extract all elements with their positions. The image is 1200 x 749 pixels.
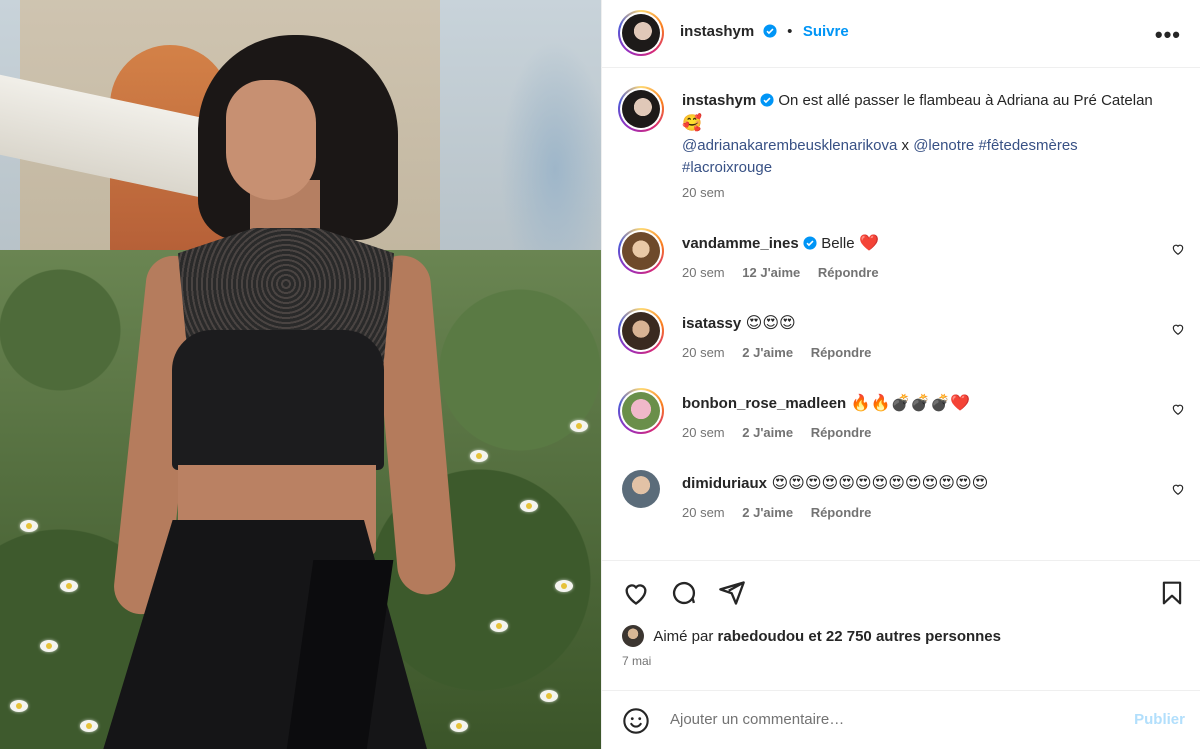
save-bookmark-icon[interactable] [1159, 579, 1185, 607]
emoji-picker-icon[interactable] [622, 707, 650, 735]
comment-line: isatassy 😍😍😍 [682, 313, 796, 333]
caption-emoji: 🥰 [682, 113, 702, 132]
comment-username[interactable]: dimiduriaux [682, 475, 767, 492]
comment-avatar[interactable] [618, 228, 664, 274]
comment-line: vandamme_ines Belle ❤️ [682, 233, 879, 255]
like-heart-icon[interactable] [622, 579, 650, 607]
verified-badge-icon [763, 24, 777, 38]
caption-separator: x [901, 137, 910, 154]
like-comment-heart-icon[interactable] [1171, 322, 1185, 336]
comment-avatar[interactable] [618, 308, 664, 354]
comment-composer: Ajouter un commentaire… Publier [602, 690, 1200, 749]
post-header: instashym • Suivre ••• [602, 0, 1200, 68]
reply-button[interactable]: Répondre [811, 505, 872, 520]
post-action-bar [602, 560, 1200, 630]
mention-lenotre[interactable]: @lenotre [913, 137, 974, 154]
comment-username[interactable]: isatassy [682, 315, 741, 332]
comment-line: bonbon_rose_madleen 🔥🔥💣💣💣❤️ [682, 393, 970, 413]
comment-emoji: ❤️ [859, 233, 879, 252]
caption-body: instashym On est allé passer le flambeau… [682, 90, 1162, 200]
comment-likes[interactable]: 2 J'aime [742, 425, 793, 440]
comment-meta: 20 sem 2 J'aime Répondre [682, 425, 885, 440]
hashtag-lacroixrouge[interactable]: #lacroixrouge [682, 159, 772, 176]
liker-username[interactable]: rabedoudou [718, 628, 805, 645]
more-options-icon[interactable]: ••• [1155, 22, 1181, 48]
like-comment-heart-icon[interactable] [1171, 402, 1185, 416]
comment-time[interactable]: 20 sem [682, 265, 725, 280]
post-date[interactable]: 7 mai [622, 654, 651, 668]
likes-count[interactable]: et 22 750 autres personnes [808, 628, 1001, 645]
author-username[interactable]: instashym [680, 23, 754, 40]
comment-likes[interactable]: 2 J'aime [742, 505, 793, 520]
comment-meta: 20 sem 2 J'aime Répondre [682, 505, 885, 520]
comment-time[interactable]: 20 sem [682, 345, 725, 360]
reply-button[interactable]: Répondre [818, 265, 879, 280]
like-comment-heart-icon[interactable] [1171, 242, 1185, 256]
caption-author-avatar[interactable] [618, 86, 664, 132]
instagram-post-modal: instashym • Suivre ••• instashym On est … [0, 0, 1200, 749]
mention-adriana[interactable]: @adrianakarembeusklenarikova [682, 137, 897, 154]
likes-prefix: Aimé par [653, 628, 714, 645]
separator-dot: • [787, 23, 793, 40]
hashtag-fetedesmeres[interactable]: #fêtedesmères [978, 137, 1077, 154]
caption-username[interactable]: instashym [682, 92, 756, 109]
photo-person [0, 0, 601, 749]
like-comment-heart-icon[interactable] [1171, 482, 1185, 496]
comment-input[interactable]: Ajouter un commentaire… [670, 711, 844, 728]
caption-time[interactable]: 20 sem [682, 185, 725, 200]
share-paper-plane-icon[interactable] [718, 579, 746, 607]
post-side-panel: instashym • Suivre ••• instashym On est … [601, 0, 1200, 749]
comment-time[interactable]: 20 sem [682, 505, 725, 520]
post-photo[interactable] [0, 0, 601, 749]
liker-avatar[interactable] [622, 625, 644, 647]
comment-emoji: 😍😍😍😍😍😍😍😍😍😍😍😍😍 [771, 473, 989, 492]
likes-summary: Aimé par rabedoudou et 22 750 autres per… [622, 625, 1001, 647]
comment-emoji: 😍😍😍 [745, 313, 796, 332]
comment-meta: 20 sem 12 J'aime Répondre [682, 265, 893, 280]
reply-button[interactable]: Répondre [811, 345, 872, 360]
publish-button[interactable]: Publier [1134, 711, 1185, 728]
photo-bustier [172, 330, 384, 470]
comment-likes[interactable]: 2 J'aime [742, 345, 793, 360]
comment-avatar[interactable] [622, 470, 660, 508]
comment-text: Belle [821, 235, 855, 252]
author-avatar[interactable] [618, 10, 664, 56]
comment-emoji: 🔥🔥💣💣💣❤️ [850, 393, 971, 412]
reply-button[interactable]: Répondre [811, 425, 872, 440]
header-user-line: instashym • Suivre [680, 23, 849, 41]
follow-button[interactable]: Suivre [803, 23, 849, 40]
comment-bubble-icon[interactable] [670, 579, 698, 607]
photo-face [226, 80, 316, 200]
comment-avatar[interactable] [618, 388, 664, 434]
verified-badge-icon [760, 93, 774, 107]
verified-badge-icon [803, 236, 817, 250]
comment-username[interactable]: vandamme_ines [682, 235, 799, 252]
comment-time[interactable]: 20 sem [682, 425, 725, 440]
comment-likes[interactable]: 12 J'aime [742, 265, 800, 280]
comment-line: dimiduriaux 😍😍😍😍😍😍😍😍😍😍😍😍😍 [682, 473, 988, 493]
comment-username[interactable]: bonbon_rose_madleen [682, 395, 846, 412]
caption-text: On est allé passer le flambeau à Adriana… [778, 92, 1153, 109]
comment-meta: 20 sem 2 J'aime Répondre [682, 345, 885, 360]
